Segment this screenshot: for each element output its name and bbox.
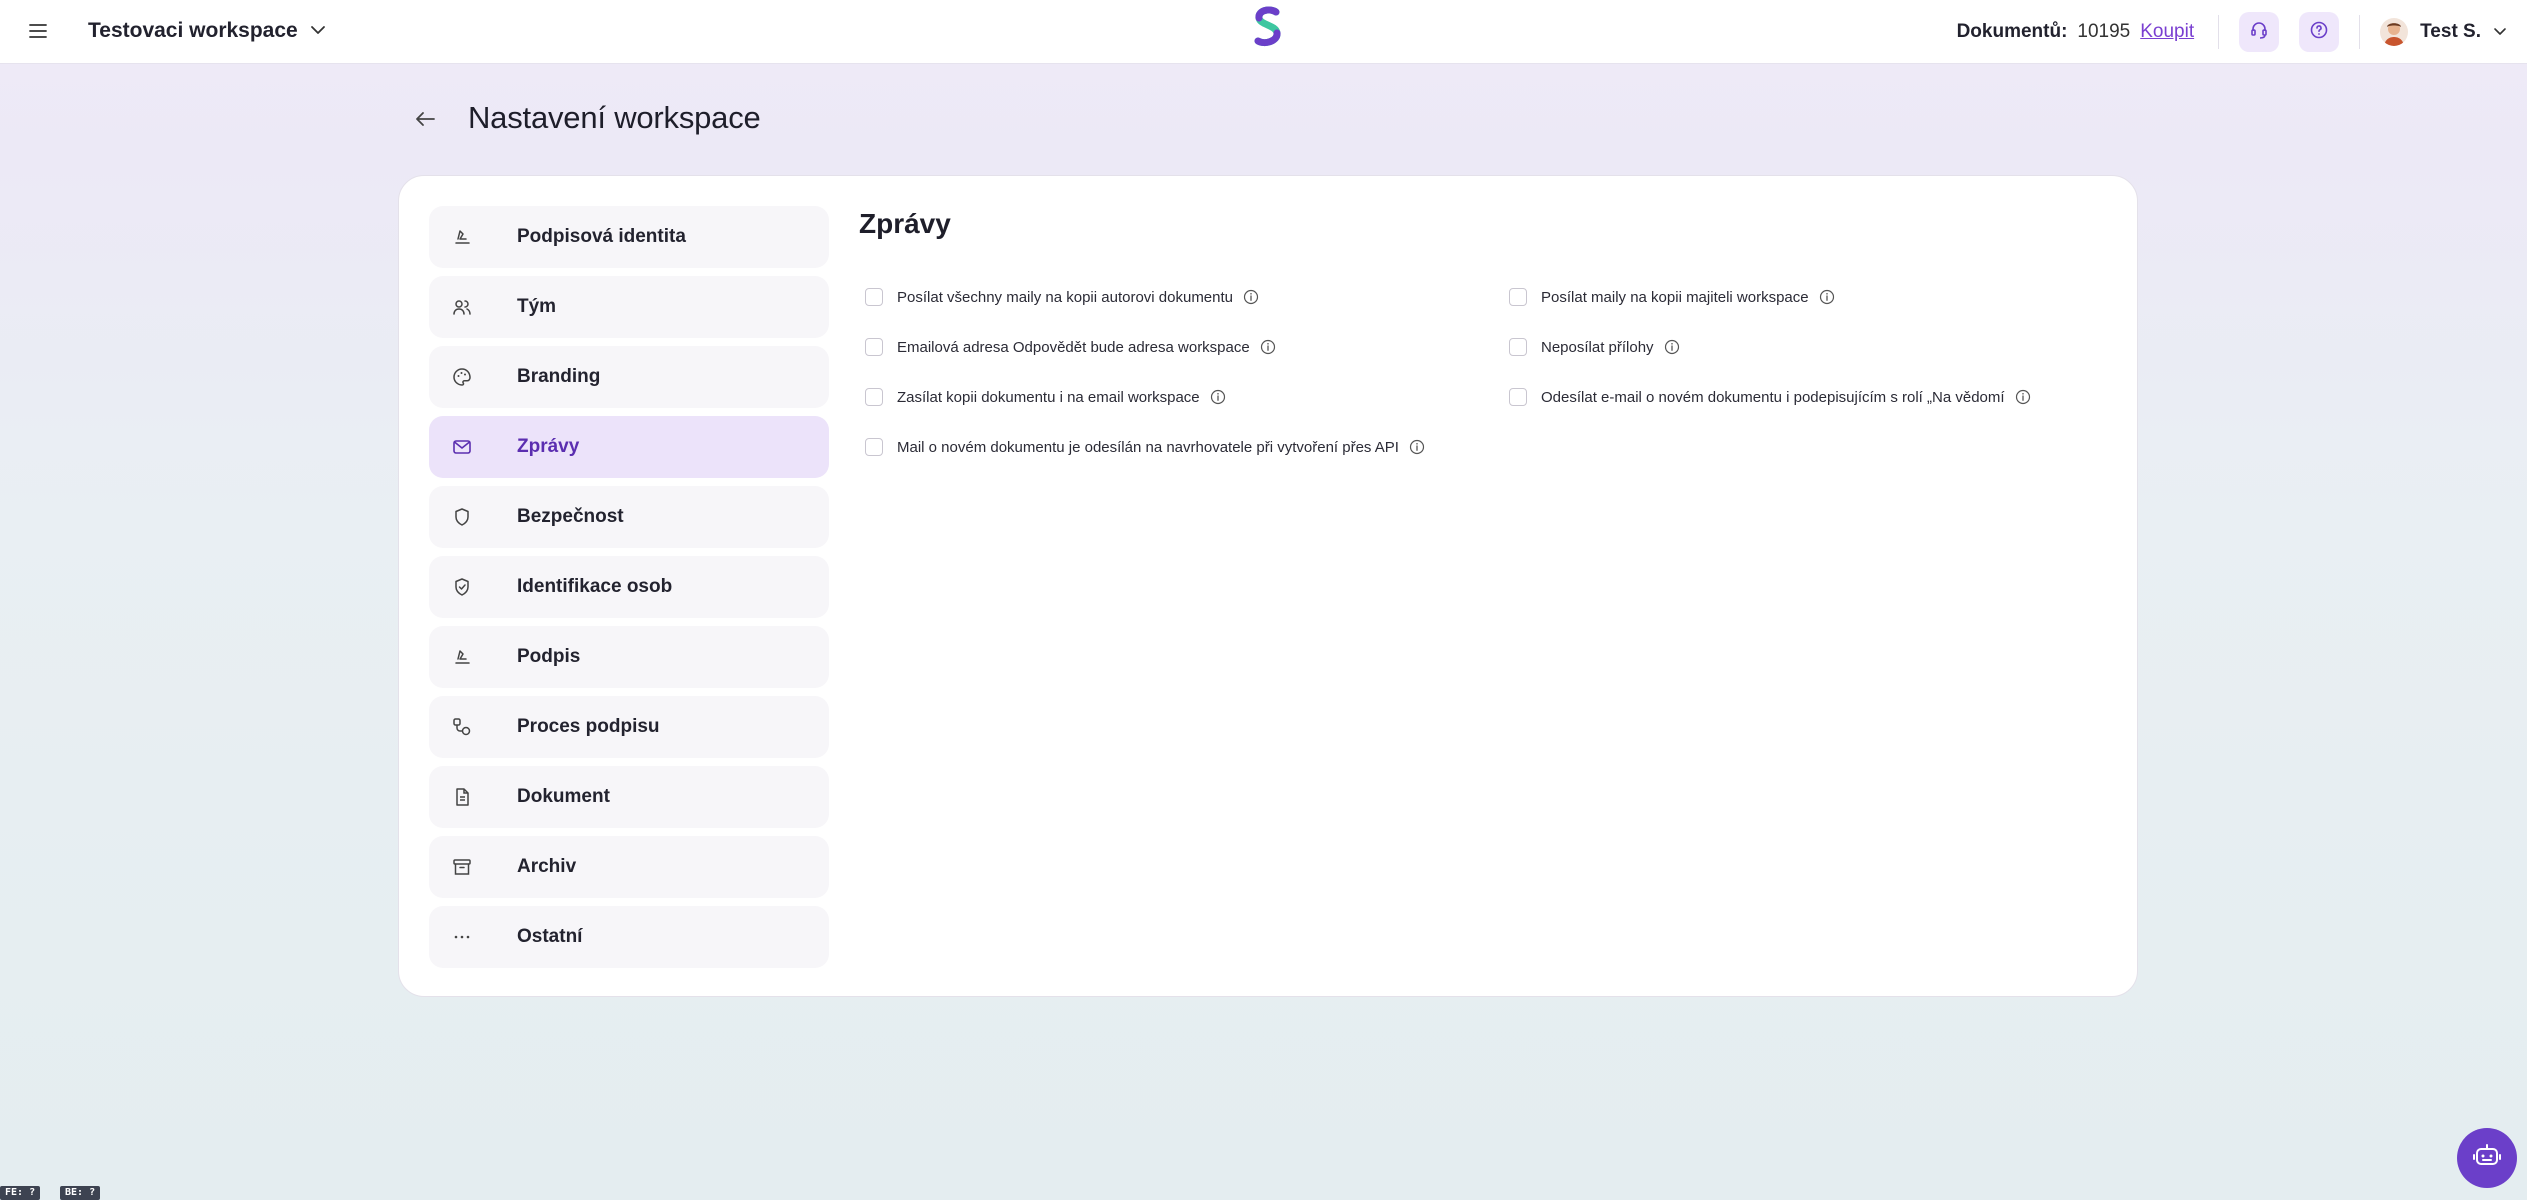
user-name: Test S.	[2420, 21, 2481, 42]
shield-icon	[451, 506, 473, 528]
documents-count: 10195	[2077, 21, 2131, 42]
sidebar-item-security[interactable]: Bezpečnost	[429, 486, 829, 548]
info-icon[interactable]	[1210, 389, 1226, 405]
info-icon[interactable]	[2015, 389, 2031, 405]
buy-link[interactable]: Koupit	[2140, 21, 2194, 43]
checkbox[interactable]	[865, 338, 883, 356]
workflow-icon	[451, 716, 473, 738]
sidebar-item-label: Tým	[517, 296, 557, 317]
option-label: Posílat všechny maily na kopii autorovi …	[897, 288, 1234, 306]
sidebar-item-label: Ostatní	[517, 926, 583, 947]
info-icon[interactable]	[1664, 339, 1680, 355]
workspace-switcher[interactable]: Testovaci workspace	[88, 14, 326, 48]
archive-icon	[451, 856, 473, 878]
option-copy-to-owner: Posílat maily na kopii majiteli workspac…	[1509, 285, 1835, 309]
sidebar-item-label: Podpisová identita	[517, 226, 686, 247]
signature-icon	[451, 646, 473, 668]
chatbot-icon	[2472, 1141, 2502, 1176]
support-button[interactable]	[2239, 12, 2280, 52]
documents-counter: Dokumentů: 10195 Koupit	[1957, 21, 2195, 43]
sidebar-item-label: Identifikace osob	[517, 576, 673, 597]
settings-card: Podpisová identita Tým Branding Zprávy B…	[398, 175, 2138, 997]
option-copy-to-author: Posílat všechny maily na kopii autorovi …	[865, 285, 1259, 309]
sidebar-item-label: Dokument	[517, 786, 610, 807]
header-right: Dokumentů: 10195 Koupit Test S.	[1957, 0, 2527, 64]
palette-icon	[451, 366, 473, 388]
sidebar-item-other[interactable]: Ostatní	[429, 906, 829, 968]
user-menu[interactable]: Test S.	[2380, 18, 2507, 46]
chevron-down-icon	[2493, 23, 2507, 41]
document-icon	[451, 786, 473, 808]
more-icon	[451, 926, 473, 948]
sidebar-item-label: Zprávy	[517, 436, 580, 457]
sidebar-item-team[interactable]: Tým	[429, 276, 829, 338]
info-icon[interactable]	[1409, 439, 1425, 455]
checkbox[interactable]	[1509, 338, 1527, 356]
info-icon[interactable]	[1819, 289, 1835, 305]
checkbox[interactable]	[1509, 288, 1527, 306]
option-label: Mail o novém dokumentu je odesílán na na…	[897, 438, 1399, 456]
arrow-left-icon	[415, 111, 435, 132]
users-icon	[451, 296, 473, 318]
checkbox[interactable]	[865, 438, 883, 456]
be-version-badge: BE: ?	[60, 1186, 101, 1200]
sidebar-item-identification[interactable]: Identifikace osob	[429, 556, 829, 618]
back-button[interactable]	[408, 104, 442, 138]
top-bar: Testovaci workspace Dokumentů: 10195 Kou…	[0, 0, 2527, 64]
sidebar-item-label: Archiv	[517, 856, 577, 877]
headset-icon	[2250, 21, 2268, 44]
app-logo-icon[interactable]	[1250, 6, 1286, 48]
sidebar-item-archive[interactable]: Archiv	[429, 836, 829, 898]
checkbox[interactable]	[1509, 388, 1527, 406]
option-copy-to-workspace-email: Zasílat kopii dokumentu i na email works…	[865, 385, 1226, 409]
chat-button[interactable]	[2457, 1128, 2517, 1188]
option-reply-to-workspace: Emailová adresa Odpovědět bude adresa wo…	[865, 335, 1276, 359]
sidebar-item-label: Podpis	[517, 646, 581, 667]
checkbox[interactable]	[865, 288, 883, 306]
sidebar-item-branding[interactable]: Branding	[429, 346, 829, 408]
sidebar-item-document[interactable]: Dokument	[429, 766, 829, 828]
sidebar-item-label: Bezpečnost	[517, 506, 624, 527]
option-label: Zasílat kopii dokumentu i na email works…	[897, 388, 1200, 406]
chevron-down-icon	[310, 22, 326, 40]
option-no-attachments: Neposílat přílohy	[1509, 335, 1680, 359]
sidebar-item-messages[interactable]: Zprávy	[429, 416, 829, 478]
sidebar-item-label: Proces podpisu	[517, 716, 660, 737]
mail-icon	[451, 436, 473, 458]
sidebar-item-signing-identity[interactable]: Podpisová identita	[429, 206, 829, 268]
workspace-name: Testovaci workspace	[88, 19, 298, 42]
signature-icon	[451, 226, 473, 248]
sidebar-item-signature[interactable]: Podpis	[429, 626, 829, 688]
info-icon[interactable]	[1243, 289, 1259, 305]
divider	[2218, 15, 2220, 49]
fe-version-badge: FE: ?	[0, 1186, 41, 1200]
option-label: Neposílat přílohy	[1541, 338, 1654, 356]
checkbox[interactable]	[865, 388, 883, 406]
option-api-proposer-mail: Mail o novém dokumentu je odesílán na na…	[865, 435, 1425, 459]
sidebar-item-signing-process[interactable]: Proces podpisu	[429, 696, 829, 758]
info-icon[interactable]	[1260, 339, 1276, 355]
option-label: Emailová adresa Odpovědět bude adresa wo…	[897, 338, 1250, 356]
option-notify-cc-role: Odesílat e-mail o novém dokumentu i pode…	[1509, 385, 2031, 409]
help-circle-icon	[2310, 21, 2328, 44]
menu-icon[interactable]	[24, 17, 52, 45]
avatar	[2380, 18, 2409, 46]
settings-sidebar: Podpisová identita Tým Branding Zprávy B…	[429, 206, 829, 976]
shield-check-icon	[451, 576, 473, 598]
sidebar-item-label: Branding	[517, 366, 601, 387]
option-label: Posílat maily na kopii majiteli workspac…	[1541, 288, 1809, 306]
option-label: Odesílat e-mail o novém dokumentu i pode…	[1541, 388, 2005, 406]
section-title: Zprávy	[859, 208, 951, 239]
help-button[interactable]	[2299, 12, 2340, 52]
page-title: Nastavení workspace	[468, 100, 761, 135]
divider	[2359, 15, 2361, 49]
documents-label: Dokumentů:	[1956, 21, 2068, 42]
